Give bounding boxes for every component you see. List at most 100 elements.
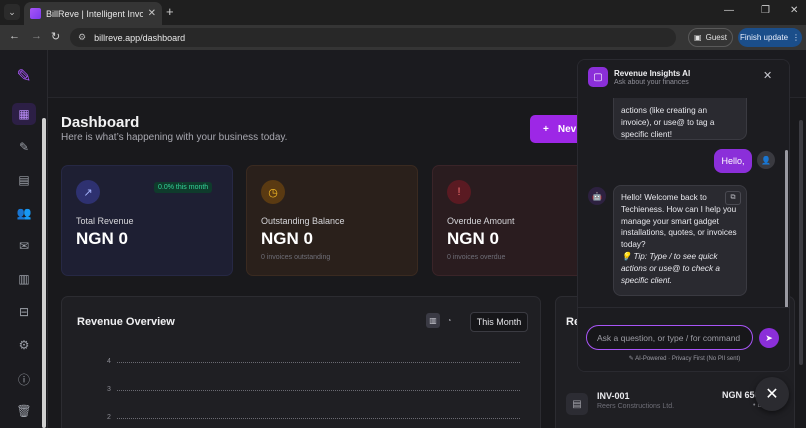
tab-close-icon[interactable]: ✕ [148,8,156,19]
trash-icon: 🗑 [16,404,32,418]
sidebar-item-invoices[interactable]: ▤ [12,169,36,191]
app-root: ✎ ▦ ✎ ▤ 👥 ✉ ▥ ⊟ ⚙ ⓘ 🗑 Dashboard Here is … [0,50,806,428]
url-field[interactable]: ⚙ billreve.app/dashboard [70,28,676,47]
message-text: actions (like creating an invoice), or u… [621,106,715,139]
app-logo-icon[interactable]: ✎ [13,65,35,87]
plus-icon: + [543,123,549,135]
chat-footer: Ask a question, or type / for command ➤ … [578,307,789,371]
sidebar-item-inbox[interactable]: ⊟ [12,301,36,323]
send-icon[interactable]: ➤ [759,328,779,348]
forward-icon[interactable]: → [31,30,42,42]
panel-title: Revenue Overview [77,316,175,328]
card-value: NGN 0 [261,229,313,248]
window-close-icon[interactable]: ✕ [790,5,798,16]
tip-text: 💡 Tip: Type / to see quick actions or us… [621,251,720,285]
powered-note: ✎ AI-Powered · Privacy First (No PII sen… [578,355,789,362]
url-text: billreve.app/dashboard [94,32,186,43]
maximize-icon[interactable]: ❐ [761,5,770,16]
guest-label: Guest [705,33,727,42]
mail-icon: ✉ [18,239,30,253]
revenue-overview-panel: Revenue Overview ▥ ◔ This Month 4 3 2 [61,296,541,428]
revenue-insights-chat: actions (like creating an invoice), or u… [577,59,790,372]
back-icon[interactable]: ← [9,30,20,42]
more-menu-icon: ⋮ [792,33,801,42]
chat-subtitle: Ask about your finances [614,79,689,86]
sidebar-item-reports[interactable]: ▥ [12,268,36,290]
chat-header: ▢ Revenue Insights AI Ask about your fin… [578,60,789,98]
new-tab-button[interactable]: + [166,4,174,20]
grid-icon: ▦ [18,107,30,121]
chart-type-toggle: ▥ ◔ [426,313,456,329]
alert-icon: ! [447,180,471,204]
finish-update-label: Finish update [739,33,789,42]
favicon-icon [30,8,41,19]
tab-search-button[interactable]: ⌄ [4,4,20,20]
gear-icon: ⚙ [18,338,30,352]
sidebar-item-settings[interactable]: ⚙ [12,334,36,356]
card-value: NGN 0 [76,229,128,248]
chat-input[interactable]: Ask a question, or type / for command [586,325,753,350]
copy-icon[interactable]: ⧉ [725,191,741,205]
page-subtitle: Here is what’s happening with your busin… [61,132,288,143]
page-title: Dashboard [61,114,140,131]
period-select[interactable]: This Month [470,312,528,332]
browser-tab[interactable]: BillReve | Intelligent Invoicing & ✕ [24,2,162,25]
invoice-amount: NGN 650 [722,390,760,400]
sidebar: ✎ ▦ ✎ ▤ 👥 ✉ ▥ ⊟ ⚙ ⓘ 🗑 [0,50,48,428]
browser-tab-bar: ⌄ BillReve | Intelligent Invoicing & ✕ +… [0,0,806,25]
inbox-icon: ⊟ [18,305,30,319]
profile-icon: ▣ [694,33,702,42]
chat-scrollbar[interactable] [785,150,788,310]
grid-line [117,418,520,419]
revenue-change-badge: 0.0% this month [154,182,213,193]
page-scrollbar[interactable] [799,120,803,365]
user-message: Hello, [714,149,752,173]
sidebar-scrollbar[interactable] [42,118,46,428]
powered-text: AI-Powered · Privacy First (No PII sent) [635,356,741,362]
sidebar-item-mail[interactable]: ✉ [12,235,36,257]
reload-icon[interactable]: ↻ [51,30,60,43]
invoice-number[interactable]: INV-001 [597,391,630,401]
pie-chart-toggle-icon[interactable]: ◔ [442,313,456,328]
sidebar-item-clients[interactable]: 👥 [12,202,36,224]
grid-line [117,362,520,363]
message-text: Hello! Welcome back to Techieness. How c… [621,193,737,250]
edit-icon: ✎ [18,140,30,154]
finish-update-button[interactable]: Finish update ⋮ [738,28,802,47]
overdue-amount-card: ! Overdue Amount NGN 0 0 invoices overdu… [432,165,592,276]
sidebar-item-edit[interactable]: ✎ [12,136,36,158]
total-revenue-card: ↗ 0.0% this month Total Revenue NGN 0 [61,165,233,276]
tab-title: BillReve | Intelligent Invoicing & [46,8,143,19]
guest-profile-button[interactable]: ▣ Guest [688,28,733,47]
outstanding-balance-card: ◷ Outstanding Balance NGN 0 0 invoices o… [246,165,418,276]
bar-chart-toggle-icon[interactable]: ▥ [426,313,440,328]
document-icon: ▤ [18,173,30,187]
clock-icon: ◷ [261,180,285,204]
y-tick: 3 [107,386,111,393]
new-button-label: Nev [557,123,577,135]
users-icon: 👥 [16,206,32,220]
info-icon: ⓘ [17,372,30,387]
card-label: Overdue Amount [447,216,515,226]
y-tick: 2 [107,414,111,421]
chat-toggle-close-button[interactable]: ✕ [755,377,789,411]
grid-line [117,390,520,391]
bot-avatar-icon: 🤖 [588,187,606,205]
address-bar: ← → ↻ ⚙ billreve.app/dashboard ▣ Guest F… [0,25,806,50]
card-note: 0 invoices outstanding [261,254,331,261]
chat-title: Revenue Insights AI [614,69,691,78]
chat-bubble-icon: ▢ [588,67,608,87]
sidebar-item-info[interactable]: ⓘ [12,368,36,390]
site-settings-icon[interactable]: ⚙ [78,32,86,43]
invoice-client: Reers Constructions Ltd. [597,403,675,410]
card-label: Total Revenue [76,216,134,226]
close-icon[interactable]: ✕ [763,69,772,82]
sidebar-item-trash[interactable]: 🗑 [12,400,36,422]
trending-up-icon: ↗ [76,180,100,204]
sidebar-item-dashboard[interactable]: ▦ [12,103,36,125]
invoice-document-icon: ▤ [566,393,588,415]
user-avatar-icon: 👤 [757,151,775,169]
y-tick: 4 [107,358,111,365]
minimize-icon[interactable]: — [724,5,734,16]
bar-chart-icon: ▥ [18,272,30,286]
